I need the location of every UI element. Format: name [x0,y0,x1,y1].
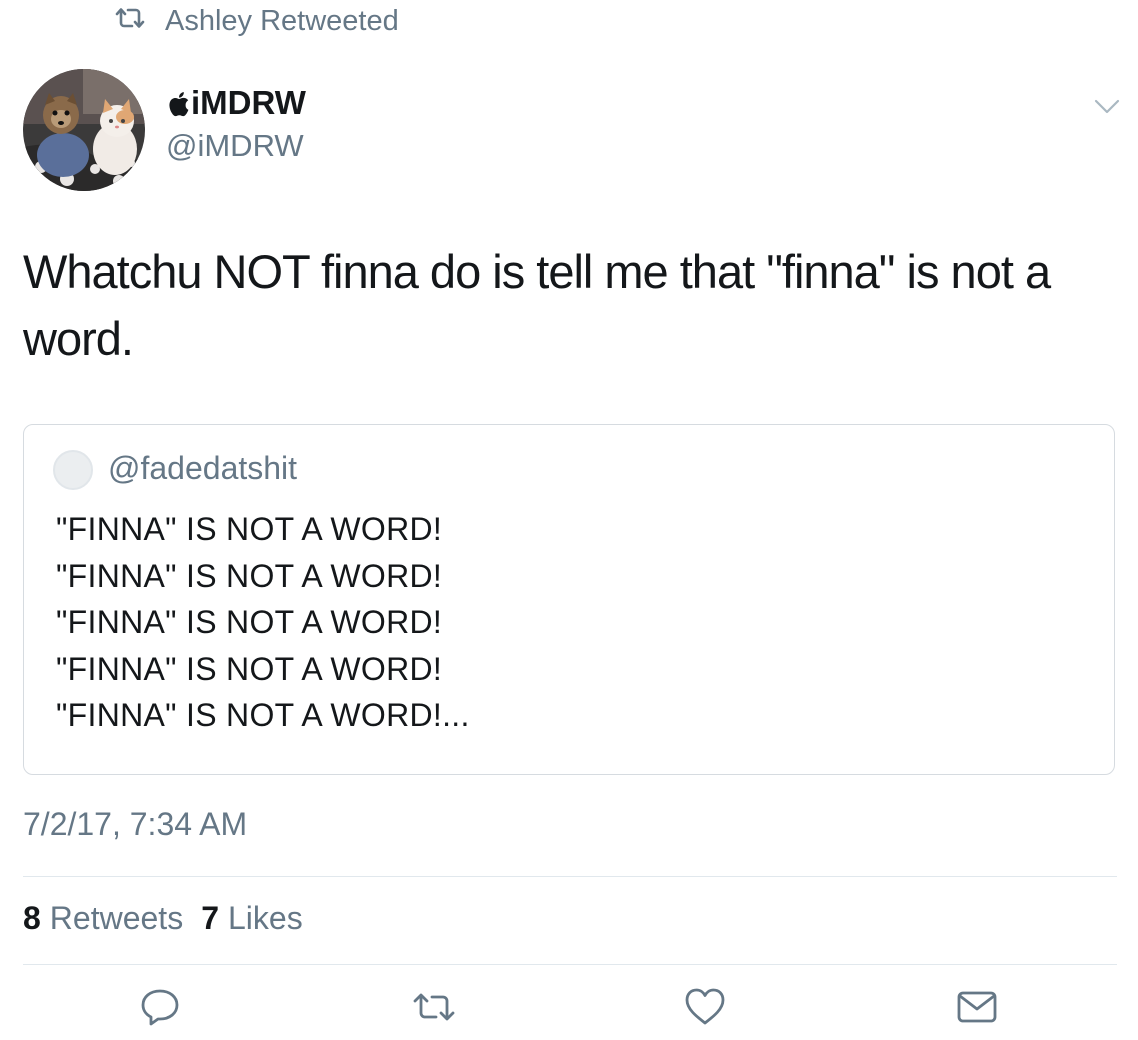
author-display-name[interactable]: iMDRW [166,84,306,122]
retweet-icon [113,5,165,38]
quoted-tweet-text: "FINNA" IS NOT A WORD! "FINNA" IS NOT A … [56,506,470,739]
like-button[interactable] [684,986,726,1028]
heart-icon [685,988,725,1025]
quoted-tweet-line: "FINNA" IS NOT A WORD! [56,650,443,687]
quoted-tweet-line: "FINNA" IS NOT A WORD! [56,557,443,594]
direct-message-button[interactable] [956,986,998,1028]
quoted-tweet-handle: @fadedatshit [108,450,298,486]
reply-button[interactable] [139,986,181,1028]
tweet-timestamp[interactable]: 7/2/17, 7:34 AM [23,806,247,843]
author-handle[interactable]: @iMDRW [166,128,304,164]
chevron-down-icon[interactable] [1094,98,1120,116]
retweets-label[interactable]: Retweets [50,900,183,937]
author-avatar[interactable] [23,69,145,191]
tweet-text: Whatchu NOT finna do is tell me that "fi… [23,245,1051,365]
retweets-count[interactable]: 8 [23,900,41,937]
display-name-text: iMDRW [191,84,306,121]
tweet-stats: 8 Retweets 7 Likes [23,900,321,937]
divider [23,876,1117,877]
retweet-context[interactable]: Ashley Retweeted [113,2,399,40]
quoted-tweet-avatar [53,450,93,490]
reply-icon [141,989,179,1026]
divider [23,964,1117,965]
envelope-icon [957,991,997,1023]
likes-count[interactable]: 7 [201,900,219,937]
quoted-tweet-line: "FINNA" IS NOT A WORD! [56,511,443,547]
retweet-icon [413,993,455,1021]
apple-logo-icon [166,88,190,116]
retweet-context-text: Ashley Retweeted [165,4,399,37]
quoted-tweet-line: "FINNA" IS NOT A WORD!... [56,697,470,733]
retweet-button[interactable] [412,986,456,1028]
quoted-tweet-line: "FINNA" IS NOT A WORD! [56,604,443,640]
likes-label[interactable]: Likes [228,900,303,937]
